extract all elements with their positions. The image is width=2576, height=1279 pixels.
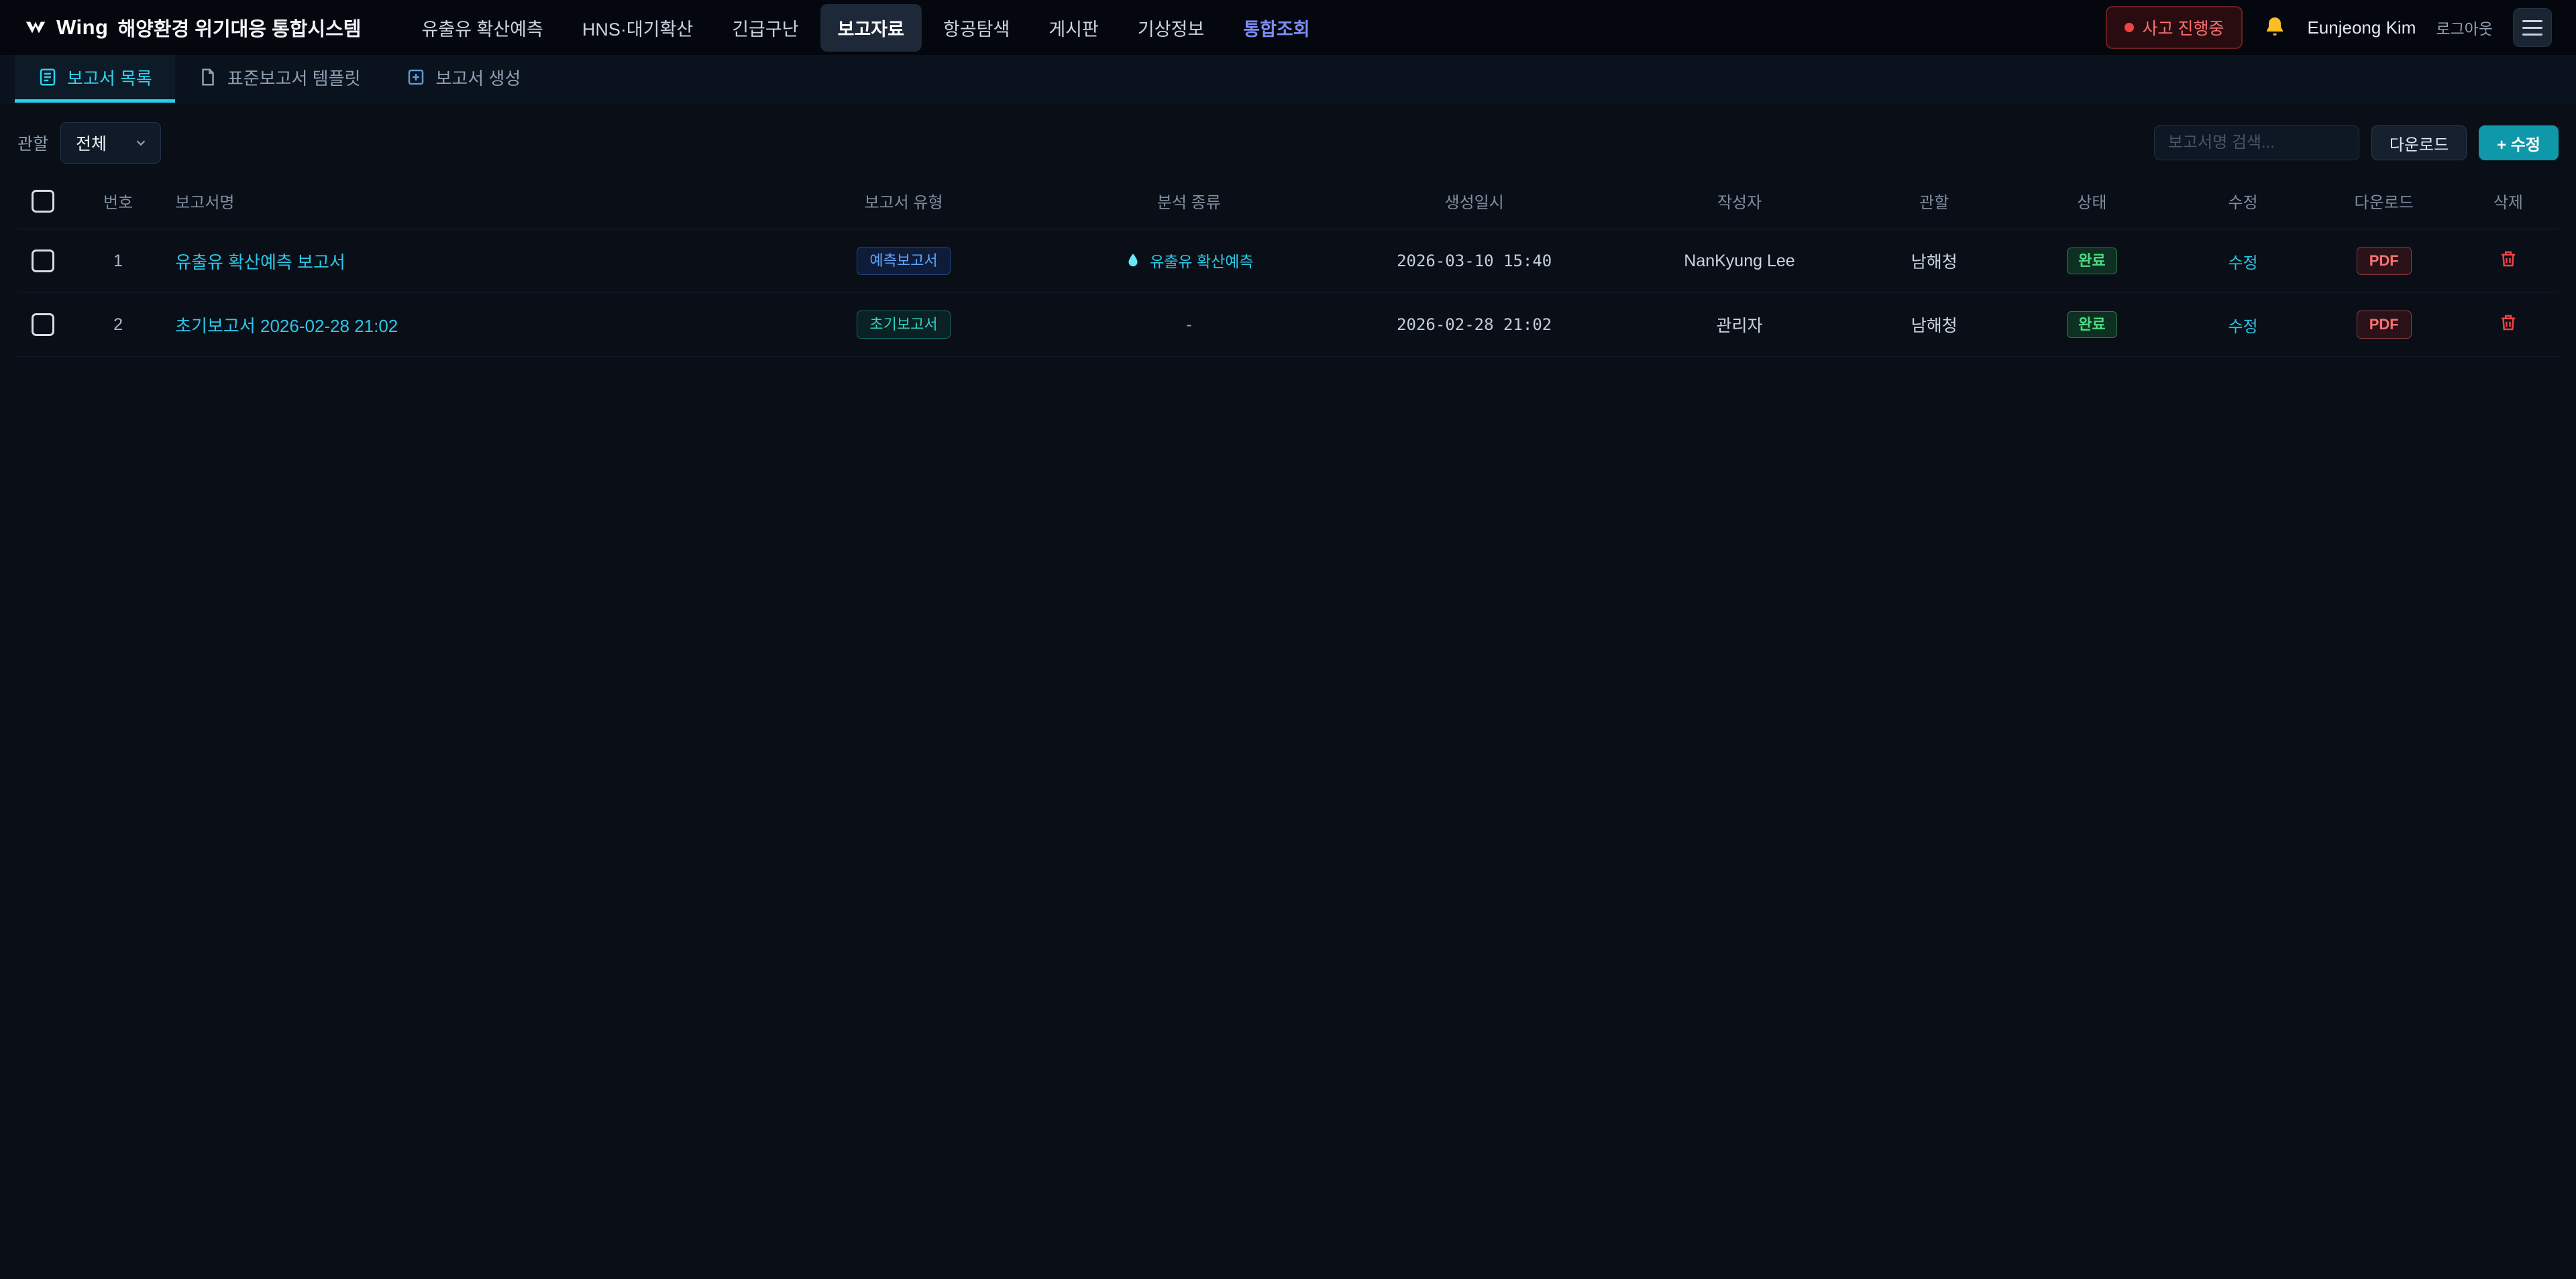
- analysis-type: 유출유 확산예측: [1124, 249, 1254, 272]
- incident-dot-icon: [2125, 23, 2134, 32]
- main-nav: 유출유 확산예측 HNS·대기확산 긴급구난 보고자료 항공탐색 게시판 기상정…: [404, 4, 1327, 52]
- nav-item-oil-spill-prediction[interactable]: 유출유 확산예측: [404, 4, 560, 52]
- app-title: 해양환경 위기대응 통합시스템: [117, 13, 361, 42]
- pdf-download-button[interactable]: PDF: [2357, 311, 2412, 339]
- row-checkbox[interactable]: [32, 313, 54, 336]
- row-number: 1: [68, 229, 168, 293]
- created-at: 2026-03-10 15:40: [1397, 252, 1552, 270]
- col-header-report-type: 보고서 유형: [759, 173, 1048, 229]
- tab-report-list[interactable]: 보고서 목록: [15, 55, 175, 103]
- nav-item-emergency-rescue[interactable]: 긴급구난: [714, 4, 816, 52]
- nav-item-integrated-search[interactable]: 통합조회: [1226, 4, 1327, 52]
- logout-button[interactable]: 로그아웃: [2436, 16, 2493, 39]
- table-row: 2 초기보고서 2026-02-28 21:02 초기보고서 - 2026-02…: [17, 293, 2559, 357]
- status-badge: 완료: [2067, 247, 2116, 274]
- col-header-edit: 수정: [2176, 173, 2310, 229]
- chevron-down-icon: [133, 135, 148, 150]
- analysis-type-label: 유출유 확산예측: [1150, 249, 1254, 272]
- col-header-number: 번호: [68, 173, 168, 229]
- col-header-jurisdiction: 관할: [1860, 173, 2008, 229]
- hamburger-menu-button[interactable]: [2513, 8, 2552, 47]
- tab-standard-report-template-label: 표준보고서 템플릿: [227, 65, 361, 90]
- nav-item-board[interactable]: 게시판: [1031, 4, 1116, 52]
- download-button[interactable]: 다운로드: [2371, 125, 2467, 160]
- row-number: 2: [68, 293, 168, 357]
- logo-icon: [24, 16, 47, 39]
- nav-item-aerial-search[interactable]: 항공탐색: [926, 4, 1027, 52]
- jurisdiction: 남해청: [1860, 293, 2008, 357]
- report-name-link[interactable]: 유출유 확산예측 보고서: [175, 252, 345, 272]
- col-header-status: 상태: [2008, 173, 2176, 229]
- create-report-icon: [406, 67, 426, 87]
- user-name: Eunjeong Kim: [2307, 17, 2416, 38]
- col-header-created-at: 생성일시: [1330, 173, 1619, 229]
- analysis-type: -: [1186, 315, 1191, 334]
- jurisdiction: 남해청: [1860, 229, 2008, 293]
- table-header-row: 번호 보고서명 보고서 유형 분석 종류 생성일시 작성자 관할 상태 수정 다…: [17, 173, 2559, 229]
- status-badge: 완료: [2067, 311, 2116, 338]
- jurisdiction-select[interactable]: 전체: [60, 122, 161, 164]
- incident-badge-label: 사고 진행중: [2143, 15, 2224, 40]
- created-at: 2026-02-28 21:02: [1397, 315, 1552, 334]
- top-navigation-bar: Wing 해양환경 위기대응 통합시스템 유출유 확산예측 HNS·대기확산 긴…: [0, 0, 2576, 55]
- tab-standard-report-template[interactable]: 표준보고서 템플릿: [175, 55, 384, 103]
- delete-button[interactable]: [2498, 313, 2518, 333]
- incident-status-badge: 사고 진행중: [2106, 6, 2243, 49]
- edit-link[interactable]: 수정: [2228, 318, 2257, 336]
- jurisdiction-filter: 관할 전체: [17, 122, 161, 164]
- select-all-checkbox[interactable]: [32, 190, 54, 213]
- row-checkbox[interactable]: [32, 249, 54, 272]
- nav-item-report-data[interactable]: 보고자료: [820, 4, 922, 52]
- nav-item-weather-info[interactable]: 기상정보: [1120, 4, 1222, 52]
- table-row: 1 유출유 확산예측 보고서 예측보고서 유출유 확산예측 2026-03-10…: [17, 229, 2559, 293]
- oil-spill-analysis-icon: [1124, 252, 1142, 269]
- logo-text: Wing: [56, 15, 108, 40]
- create-edit-button[interactable]: + 수정: [2479, 125, 2559, 160]
- col-header-analysis-type: 분석 종류: [1048, 173, 1330, 229]
- col-header-report-name: 보고서명: [168, 173, 759, 229]
- report-type-badge: 예측보고서: [857, 247, 950, 275]
- topbar-right: 사고 진행중 Eunjeong Kim 로그아웃: [2106, 6, 2552, 49]
- author: 관리자: [1619, 293, 1860, 357]
- jurisdiction-selected-value: 전체: [76, 131, 107, 155]
- bell-icon: [2263, 15, 2287, 40]
- brand: Wing 해양환경 위기대응 통합시스템: [24, 13, 361, 42]
- pdf-download-button[interactable]: PDF: [2357, 247, 2412, 275]
- report-list-icon: [38, 67, 58, 87]
- notification-bell-button[interactable]: [2263, 15, 2287, 40]
- tab-report-create[interactable]: 보고서 생성: [383, 55, 543, 103]
- author: NanKyung Lee: [1619, 229, 1860, 293]
- col-header-download: 다운로드: [2310, 173, 2458, 229]
- jurisdiction-label: 관할: [17, 131, 48, 155]
- tab-bar: 보고서 목록 표준보고서 템플릿 보고서 생성: [0, 55, 2576, 103]
- edit-link[interactable]: 수정: [2228, 254, 2257, 272]
- col-header-delete: 삭제: [2458, 173, 2559, 229]
- nav-item-hns-air-diffusion[interactable]: HNS·대기확산: [565, 4, 710, 52]
- filter-actions: 다운로드 + 수정: [2154, 125, 2559, 160]
- document-icon: [198, 67, 218, 87]
- trash-icon: [2498, 249, 2518, 269]
- tab-report-create-label: 보고서 생성: [435, 65, 521, 90]
- report-name-link[interactable]: 초기보고서 2026-02-28 21:02: [175, 316, 398, 336]
- report-table: 번호 보고서명 보고서 유형 분석 종류 생성일시 작성자 관할 상태 수정 다…: [17, 173, 2559, 357]
- col-header-author: 작성자: [1619, 173, 1860, 229]
- delete-button[interactable]: [2498, 249, 2518, 269]
- filter-toolbar: 관할 전체 다운로드 + 수정: [17, 122, 2559, 164]
- trash-icon: [2498, 313, 2518, 333]
- report-type-badge: 초기보고서: [857, 311, 950, 339]
- report-search-input[interactable]: [2154, 125, 2359, 160]
- tab-report-list-label: 보고서 목록: [67, 65, 152, 90]
